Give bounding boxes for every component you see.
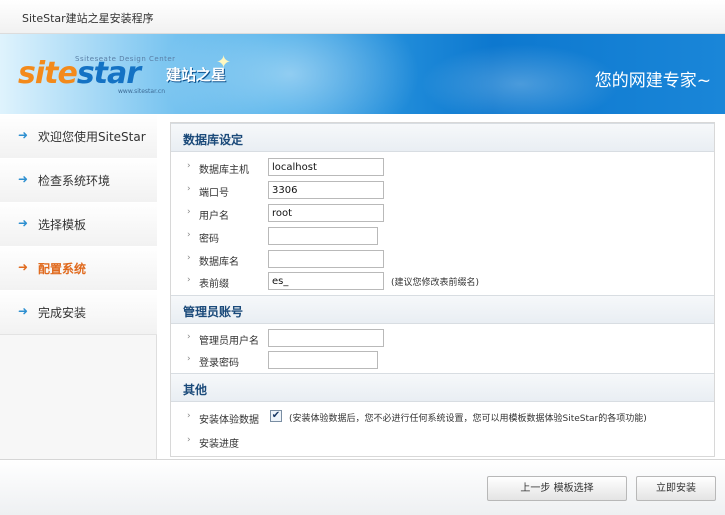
db-user-input[interactable] <box>268 204 384 222</box>
banner-slogan: 您的网建专家~ <box>594 71 711 91</box>
db-password-row: › 密码 <box>171 226 714 248</box>
field-label: 管理员用户名 <box>199 336 259 347</box>
star-sparkle-icon: ✦ <box>216 52 232 73</box>
sidebar-item-label: 检查系统环境 <box>38 174 111 188</box>
db-user-row: › 用户名 <box>171 203 714 225</box>
admin-username-row: › 管理员用户名 <box>171 328 714 350</box>
config-panel: 数据库设定 › 数据库主机 › 端口号 › 用户名 › 密码 › 数据库名 › … <box>170 122 715 457</box>
install-now-button[interactable]: 立即安装 <box>636 476 716 501</box>
admin-password-row: › 登录密码 <box>171 350 714 372</box>
window-title: SiteStar建站之星安装程序 <box>22 12 154 25</box>
arrow-right-icon: ➜ <box>18 260 29 274</box>
other-section-header: 其他 <box>171 373 714 402</box>
title-bar: SiteStar建站之星安装程序 <box>0 0 725 34</box>
bullet-icon: › <box>187 332 191 342</box>
db-prefix-row: › 表前缀 (建议您修改表前缀名) <box>171 271 714 293</box>
install-steps-sidebar: ➜ 欢迎您使用SiteStar ➜ 检查系统环境 ➜ 选择模板 ➜ 配置系统 ➜… <box>0 114 157 459</box>
db-section-header: 数据库设定 <box>171 123 714 152</box>
admin-username-input[interactable] <box>268 329 384 347</box>
db-port-row: › 端口号 <box>171 180 714 202</box>
field-label: 数据库主机 <box>199 165 249 176</box>
db-host-input[interactable] <box>268 158 384 176</box>
admin-section-header: 管理员账号 <box>171 295 714 324</box>
db-name-input[interactable] <box>268 250 384 268</box>
db-name-row: › 数据库名 <box>171 249 714 271</box>
admin-password-input[interactable] <box>268 351 378 369</box>
sidebar-item-check-env[interactable]: ➜ 检查系统环境 <box>0 158 157 203</box>
progress-label: 安装进度 <box>199 439 239 450</box>
bullet-icon: › <box>187 161 191 171</box>
header-banner: Ssiteseate Design Center sitestar 建站之星 ✦… <box>0 34 725 114</box>
progress-row: › 安装进度 <box>171 431 714 453</box>
prefix-hint: (建议您修改表前缀名) <box>391 278 480 288</box>
sidebar-item-configure[interactable]: ➜ 配置系统 <box>0 246 157 291</box>
demo-data-checkbox[interactable]: ✔ <box>270 410 282 422</box>
db-host-row: › 数据库主机 <box>171 157 714 179</box>
bullet-icon: › <box>187 253 191 263</box>
field-label: 登录密码 <box>199 358 239 369</box>
db-port-input[interactable] <box>268 181 384 199</box>
field-label: 表前缀 <box>199 279 229 290</box>
arrow-right-icon: ➜ <box>18 172 29 186</box>
bullet-icon: › <box>187 207 191 217</box>
field-label: 安装体验数据 <box>199 415 259 426</box>
arrow-right-icon: ➜ <box>18 304 29 318</box>
bullet-icon: › <box>187 354 191 364</box>
sidebar-item-select-template[interactable]: ➜ 选择模板 <box>0 202 157 247</box>
section-title: 数据库设定 <box>183 133 244 147</box>
logo-text-star: star <box>76 56 141 91</box>
sitestar-logo: sitestar <box>18 56 141 91</box>
bullet-icon: › <box>187 230 191 240</box>
logo-url: www.sitestar.cn <box>118 88 165 95</box>
db-prefix-input[interactable] <box>268 272 384 290</box>
sidebar-item-label: 欢迎您使用SiteStar <box>38 130 146 144</box>
arrow-right-icon: ➜ <box>18 128 29 142</box>
sidebar-item-label: 配置系统 <box>38 262 87 276</box>
demo-data-row: › 安装体验数据 ✔ (安装体验数据后，您不必进行任何系统设置，您可以用模板数据… <box>171 407 714 429</box>
logo-text-site: site <box>18 56 78 91</box>
bullet-icon: › <box>187 184 191 194</box>
bullet-icon: › <box>187 411 191 421</box>
sidebar-item-finish[interactable]: ➜ 完成安装 <box>0 290 157 335</box>
sidebar-item-welcome[interactable]: ➜ 欢迎您使用SiteStar <box>0 114 157 159</box>
field-label: 用户名 <box>199 211 229 222</box>
banner-glow <box>420 44 620 114</box>
bullet-icon: › <box>187 275 191 285</box>
section-title: 管理员账号 <box>183 305 244 319</box>
field-label: 密码 <box>199 234 219 245</box>
field-label: 端口号 <box>199 188 229 199</box>
db-password-input[interactable] <box>268 227 378 245</box>
sidebar-item-label: 选择模板 <box>38 218 87 232</box>
sidebar-item-label: 完成安装 <box>38 306 87 320</box>
bullet-icon: › <box>187 435 191 445</box>
section-title: 其他 <box>183 383 208 397</box>
arrow-right-icon: ➜ <box>18 216 29 230</box>
prev-step-button[interactable]: 上一步 模板选择 <box>487 476 627 501</box>
field-label: 数据库名 <box>199 257 239 268</box>
footer-bar: 上一步 模板选择 立即安装 <box>0 459 725 515</box>
demo-data-note: (安装体验数据后，您不必进行任何系统设置，您可以用模板数据体验SiteStar的… <box>289 414 647 424</box>
